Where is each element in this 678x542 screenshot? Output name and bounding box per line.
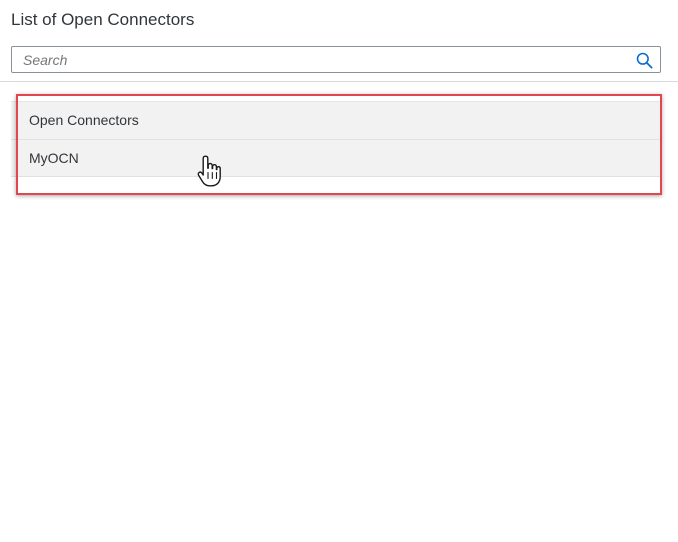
search-field[interactable]	[11, 46, 661, 73]
list-item-open-connectors[interactable]: Open Connectors	[11, 102, 661, 140]
list-item-label: MyOCN	[29, 150, 79, 166]
list-item-label: Open Connectors	[29, 112, 139, 128]
search-input[interactable]	[12, 47, 622, 72]
list-item-myocn[interactable]: MyOCN	[11, 140, 661, 177]
dialog-header: List of Open Connectors	[0, 0, 678, 40]
open-connectors-dialog: List of Open Connectors Open Connectors …	[0, 0, 678, 542]
search-bar-container	[0, 40, 678, 82]
search-icon	[636, 52, 653, 69]
search-button[interactable]	[634, 50, 654, 70]
dialog-title: List of Open Connectors	[11, 10, 195, 29]
connectors-list: Open Connectors MyOCN	[11, 101, 661, 177]
